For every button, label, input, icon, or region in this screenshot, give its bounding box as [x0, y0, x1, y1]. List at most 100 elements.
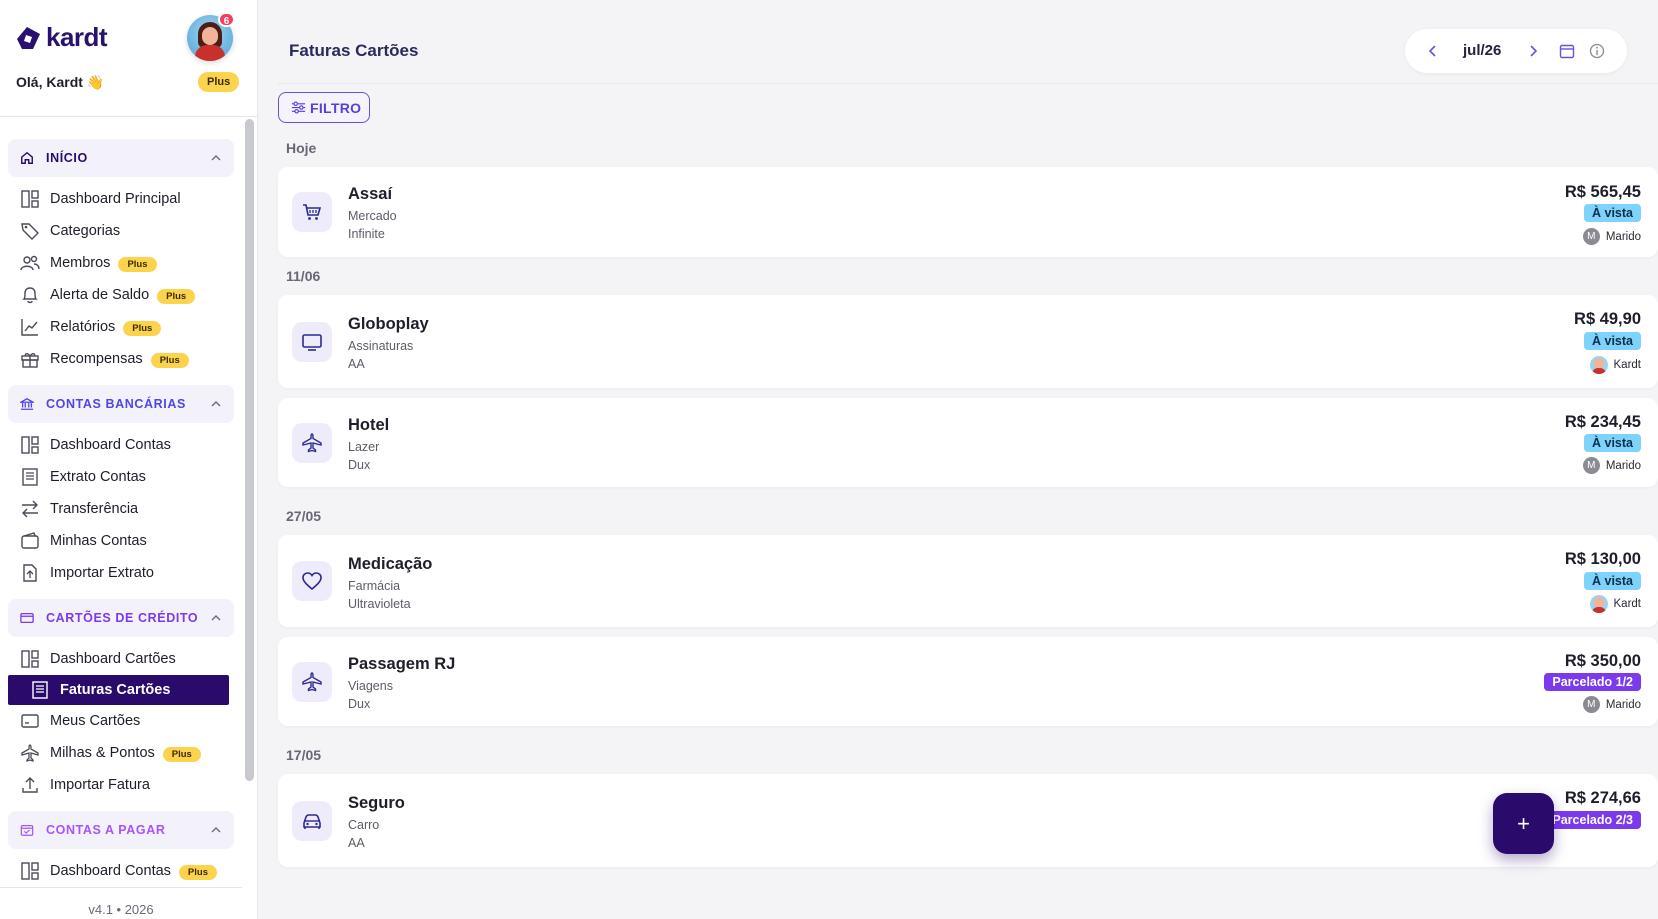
section-contas-bancarias[interactable]: CONTAS BANCÁRIAS: [8, 385, 234, 423]
dashboard-icon: [21, 650, 39, 668]
transaction-category: Assinaturas: [348, 339, 414, 353]
transfer-icon: [22, 500, 38, 518]
transaction-name: Hotel: [348, 416, 390, 434]
file-upload-icon: [23, 564, 37, 582]
sidebar-item-membros[interactable]: Membros Plus: [0, 247, 242, 279]
transaction-icon: [292, 192, 332, 232]
sidebar-item-label: Membros: [50, 255, 111, 271]
transaction-owner: Kardt: [1589, 356, 1641, 374]
plan-badge: Plus: [198, 72, 240, 92]
sidebar-item-label: Minhas Contas: [50, 533, 147, 549]
sliders-icon: [291, 101, 306, 114]
main-content: Faturas Cartões jul/26 FILTRO Hoje Assaí…: [258, 0, 1658, 919]
plus-badge: Plus: [162, 746, 201, 762]
chevron-up-icon[interactable]: [210, 398, 222, 410]
transaction-amount: R$ 234,45: [1564, 413, 1641, 431]
card-icon: [21, 714, 39, 728]
sidebar-item-faturas-cartoes[interactable]: Faturas Cartões: [8, 675, 229, 705]
sidebar-item-importar-extrato[interactable]: Importar Extrato: [0, 557, 242, 589]
sidebar-item-meus-cartoes[interactable]: Meus Cartões: [0, 705, 242, 737]
sidebar-item-transferencia[interactable]: Transferência: [0, 493, 242, 525]
sidebar-item-extrato-contas[interactable]: Extrato Contas: [0, 461, 242, 493]
owner-name: Marido: [1605, 230, 1641, 243]
plane-icon: [21, 744, 39, 762]
dashboard-icon: [21, 436, 39, 454]
sidebar-item-label: Alerta de Saldo: [50, 287, 150, 303]
add-transaction-button[interactable]: +: [1493, 793, 1554, 854]
page-title: Faturas Cartões: [289, 41, 419, 60]
plane-icon: [302, 672, 322, 692]
chevron-left-icon[interactable]: [1425, 43, 1441, 59]
transaction-owner: M Marido: [1582, 228, 1641, 245]
sidebar-item-recompensas[interactable]: Recompensas Plus: [0, 343, 242, 375]
transaction-card[interactable]: Globoplay Assinaturas AA R$ 49,90 À vist…: [278, 295, 1658, 388]
transaction-icon: [292, 322, 332, 362]
sidebar-item-dashboard-cartoes[interactable]: Dashboard Cartões: [0, 643, 242, 675]
calendar-check-icon: [20, 825, 34, 836]
section-contas-a-pagar[interactable]: CONTAS A PAGAR: [8, 811, 234, 849]
sidebar-item-alerta-de-saldo[interactable]: Alerta de Saldo Plus: [0, 279, 242, 311]
sidebar-item-label: Dashboard Cartões: [50, 651, 176, 667]
date-group-label: 17/05: [286, 747, 322, 763]
monitor-icon: [302, 334, 322, 351]
brand-logo[interactable]: kardt: [14, 22, 108, 53]
transaction-card-name: Dux: [348, 458, 371, 472]
current-month[interactable]: jul/26: [1463, 42, 1501, 59]
plus-icon: +: [1517, 810, 1530, 836]
chevron-up-icon[interactable]: [210, 824, 222, 836]
chevron-up-icon[interactable]: [210, 612, 222, 624]
transaction-amount: R$ 350,00: [1564, 652, 1641, 670]
sidebar-nav[interactable]: INÍCIO Dashboard Principal Categorias Me…: [0, 117, 242, 887]
filter-button[interactable]: FILTRO: [278, 92, 370, 123]
sidebar-scrollbar[interactable]: [245, 119, 254, 781]
sidebar-item-minhas-contas[interactable]: Minhas Contas: [0, 525, 242, 557]
sidebar-item-relatorios[interactable]: Relatórios Plus: [0, 311, 242, 343]
sidebar-item-label: Faturas Cartões: [60, 682, 171, 698]
receipt-icon: [22, 468, 38, 486]
owner-name: Kardt: [1613, 598, 1642, 610]
transaction-card[interactable]: Assaí Mercado Infinite R$ 565,45 À vista…: [278, 167, 1658, 257]
sidebar-item-label: Dashboard Contas: [50, 437, 171, 453]
calendar-icon[interactable]: [1559, 43, 1575, 59]
sidebar-item-label: Importar Fatura: [50, 777, 150, 793]
transaction-owner: M Marido: [1582, 457, 1641, 474]
transaction-card-name: AA: [348, 836, 365, 850]
payment-type-badge: À vista: [1584, 204, 1641, 222]
chevron-right-icon[interactable]: [1525, 43, 1541, 59]
owner-name: Marido: [1605, 698, 1641, 711]
section-cartoes-de-credito[interactable]: CARTÕES DE CRÉDITO: [8, 599, 234, 637]
transaction-card[interactable]: Medicação Farmácia Ultravioleta R$ 130,0…: [278, 535, 1658, 627]
sidebar-header: kardt Olá, Kardt 👋 6 Plus: [0, 0, 257, 117]
page-header: Faturas Cartões jul/26: [278, 0, 1658, 84]
filter-label: FILTRO: [310, 99, 362, 116]
sidebar-item-dashboard-principal[interactable]: Dashboard Principal: [0, 183, 242, 215]
sidebar-item-milhas-pontos[interactable]: Milhas & Pontos Plus: [0, 737, 242, 769]
kardt-logo-icon: [17, 26, 40, 49]
wallet-icon: [21, 532, 39, 549]
heart-icon: [302, 572, 322, 591]
info-icon[interactable]: [1589, 43, 1605, 59]
payment-type-badge: À vista: [1584, 434, 1641, 452]
transaction-category: Viagens: [348, 679, 393, 693]
sidebar-item-dashboard-contas[interactable]: Dashboard Contas: [0, 429, 242, 461]
date-group-label: 11/06: [286, 268, 321, 284]
sidebar: kardt Olá, Kardt 👋 6 Plus INÍCIO Dashboa…: [0, 0, 258, 919]
sidebar-item-importar-fatura[interactable]: Importar Fatura: [0, 769, 242, 801]
transaction-card[interactable]: Passagem RJ Viagens Dux R$ 350,00 Parcel…: [278, 637, 1658, 726]
tag-icon: [21, 223, 39, 240]
owner-name: Marido: [1605, 459, 1641, 472]
sidebar-item-label: Categorias: [50, 223, 121, 239]
transaction-category: Mercado: [348, 209, 397, 223]
owner-avatar: [1589, 356, 1608, 374]
chevron-up-icon[interactable]: [210, 152, 222, 164]
transaction-card[interactable]: Hotel Lazer Dux R$ 234,45 À vista M Mari…: [278, 398, 1658, 487]
user-avatar[interactable]: 6: [187, 12, 235, 61]
sidebar-item-dashboard-contas-pagar[interactable]: Dashboard Contas Plus: [0, 855, 242, 887]
sidebar-item-categorias[interactable]: Categorias: [0, 215, 242, 247]
transaction-card[interactable]: Seguro Carro AA R$ 274,66 Parcelado 2/3: [278, 774, 1658, 867]
transaction-name: Assaí: [348, 185, 393, 203]
transaction-card-name: Infinite: [348, 227, 385, 241]
section-inicio[interactable]: INÍCIO: [8, 139, 234, 177]
transaction-name: Globoplay: [348, 315, 429, 333]
plus-badge: Plus: [123, 320, 162, 336]
